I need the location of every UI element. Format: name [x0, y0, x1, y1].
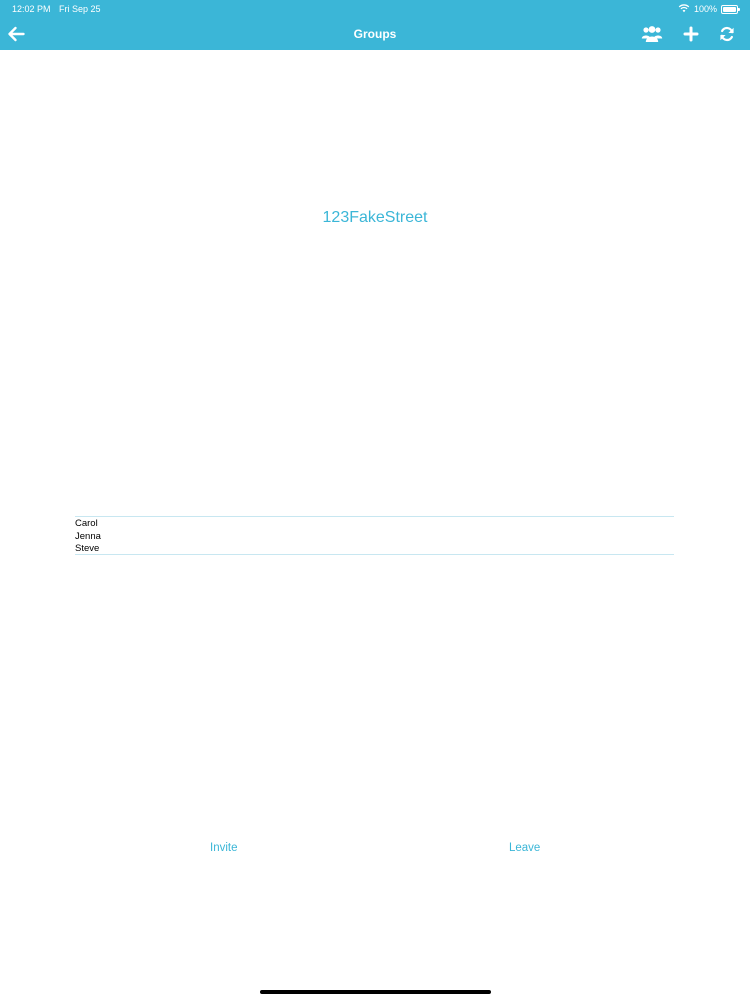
status-time: 12:02 PM [12, 4, 51, 14]
invite-button[interactable]: Invite [210, 842, 238, 854]
member-item[interactable]: Carol [75, 518, 674, 531]
status-bar: 12:02 PM Fri Sep 25 100% [0, 0, 750, 18]
battery-percentage: 100% [693, 4, 717, 14]
member-list: Carol Jenna Steve [75, 516, 674, 555]
group-name: 123FakeStreet [322, 209, 428, 226]
status-indicators: 100% [678, 3, 740, 15]
refresh-icon [719, 26, 735, 42]
battery-icon [721, 4, 740, 14]
member-item[interactable]: Steve [75, 543, 674, 556]
refresh-button[interactable] [716, 23, 738, 45]
page-title: Groups [353, 27, 397, 41]
plus-icon [683, 26, 699, 42]
wifi-icon [678, 3, 690, 15]
home-indicator[interactable] [260, 990, 491, 994]
add-button[interactable] [680, 23, 702, 45]
navigation-bar: Groups [0, 18, 750, 50]
users-icon [641, 25, 663, 43]
leave-button[interactable]: Leave [509, 842, 540, 854]
member-item[interactable]: Jenna [75, 531, 674, 544]
groups-button[interactable] [641, 23, 663, 45]
status-date: Fri Sep 25 [59, 4, 101, 14]
